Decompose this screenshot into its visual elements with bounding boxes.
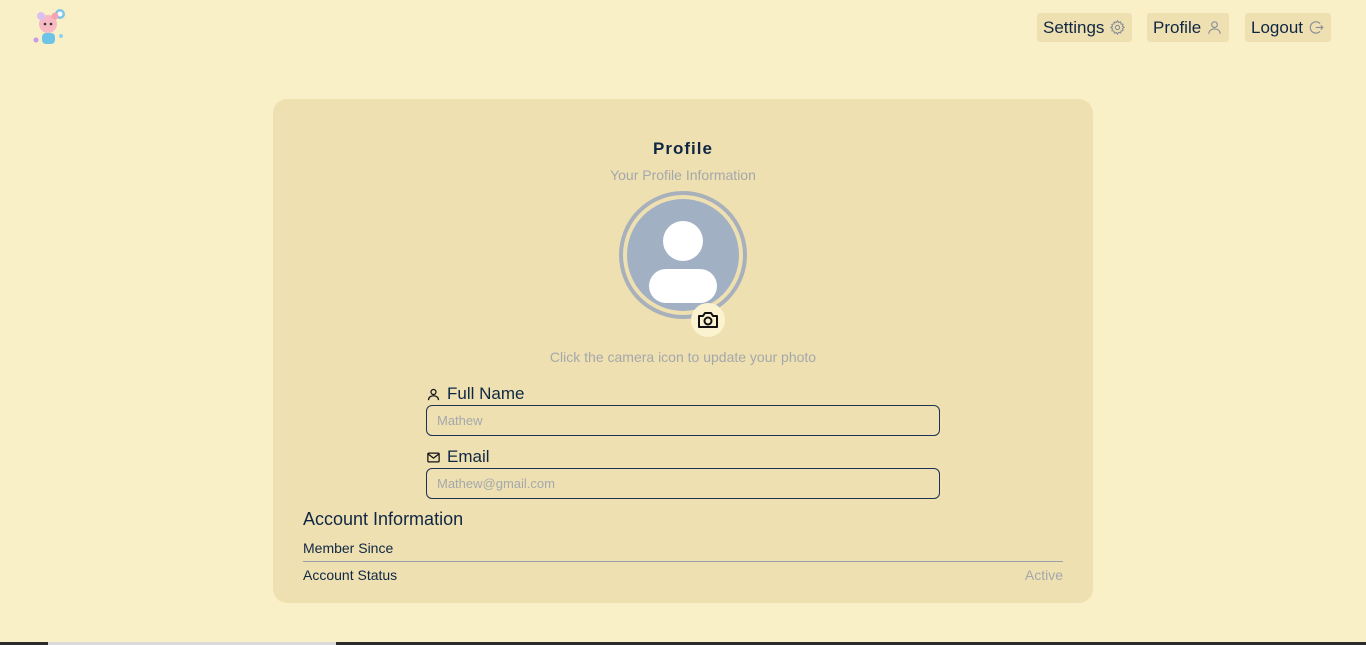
account-status-row: Account Status Active: [303, 567, 1063, 583]
top-bar: Settings Profile Logout: [0, 0, 1366, 56]
account-information-heading: Account Information: [303, 509, 464, 529]
settings-button[interactable]: Settings: [1037, 13, 1133, 42]
photo-update-hint: Click the camera icon to update your pho…: [549, 349, 817, 365]
email-input[interactable]: [426, 468, 940, 499]
gear-icon: [1110, 19, 1126, 36]
user-icon: [1208, 21, 1221, 34]
logout-button[interactable]: Logout: [1245, 13, 1331, 42]
email-label: Email: [426, 447, 490, 467]
account-status-label: Account Status: [303, 567, 398, 583]
settings-label: Settings: [1043, 17, 1105, 37]
status-badge: Active: [1024, 567, 1063, 583]
logout-icon: [1309, 21, 1324, 34]
email-label-text: Email: [447, 447, 490, 466]
member-since-label: Member Since: [303, 540, 394, 556]
mail-icon: [427, 452, 440, 462]
full-name-input[interactable]: [426, 405, 940, 436]
full-name-label-text: Full Name: [447, 384, 525, 403]
profile-label: Profile: [1153, 17, 1202, 37]
avatar: [619, 191, 747, 319]
avatar-container: [619, 191, 747, 337]
camera-icon: [698, 312, 718, 328]
user-icon: [427, 388, 440, 400]
camera-button[interactable]: [691, 303, 725, 337]
member-since-row: Member Since: [303, 540, 1063, 562]
profile-button[interactable]: Profile: [1147, 13, 1230, 42]
page-subtitle: Your Profile Information: [610, 167, 756, 183]
profile-card: Profile Your Profile Information Click t…: [273, 99, 1093, 603]
full-name-label: Full Name: [426, 384, 524, 404]
app-logo[interactable]: [28, 6, 70, 48]
logout-label: Logout: [1251, 17, 1303, 37]
page-title: Profile: [653, 139, 713, 158]
avatar-placeholder-icon: [627, 199, 739, 311]
